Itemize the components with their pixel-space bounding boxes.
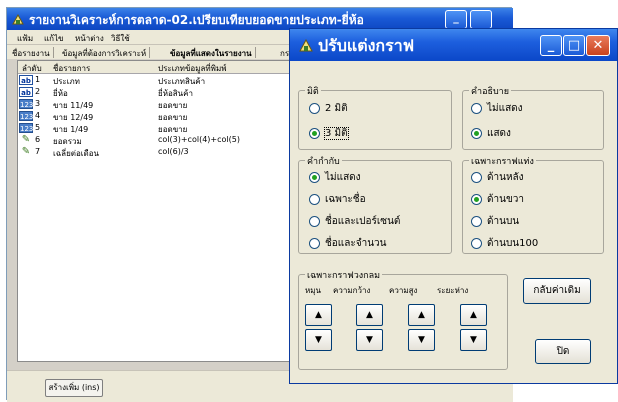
pie-height-up-button[interactable]: ▲ bbox=[408, 304, 435, 326]
pie-distance-down-button[interactable]: ▼ bbox=[460, 329, 487, 351]
graph-settings-dialog: ปรับแต่งกราฟ _ □ ✕ มิติ 2 มิติ 3 มิติ คำ… bbox=[289, 28, 618, 384]
bar-chart-group-label: เฉพาะกราฟแท่ง bbox=[469, 154, 536, 168]
row-number: 6 bbox=[35, 135, 41, 144]
pie-height-label: ความสูง bbox=[389, 286, 418, 295]
report-window-titlebar[interactable]: รายงานวิเคราะห์การตลาด-02.เปรียบเทียบยอด… bbox=[7, 8, 513, 30]
radio-bar-top-label: ด้านบน bbox=[487, 216, 520, 227]
description-group-label: คำอธิบาย bbox=[469, 84, 512, 98]
pie-distance-up-button[interactable]: ▲ bbox=[460, 304, 487, 326]
pie-rotate-up-button[interactable]: ▲ bbox=[305, 304, 332, 326]
radio-bar-back-label: ด้านหลัง bbox=[487, 172, 524, 183]
description-group: คำอธิบาย ไม่แสดง แสดง bbox=[462, 84, 604, 150]
tab-report-name[interactable]: ชื่อรายงาน bbox=[9, 47, 54, 58]
pie-chart-group-label: เฉพาะกราฟวงกลม bbox=[305, 268, 383, 282]
row-number: 5 bbox=[35, 123, 41, 132]
pie-distance-label: ระยะห่าง bbox=[437, 286, 469, 295]
radio-button-icon bbox=[309, 215, 320, 227]
row-number: 2 bbox=[35, 87, 41, 96]
radio-button-icon bbox=[471, 171, 482, 183]
pie-chart-group: เฉพาะกราฟวงกลม หมุน ความกว้าง ความสูง ระ… bbox=[298, 268, 508, 370]
radio-bar-back[interactable]: ด้านหลัง bbox=[471, 170, 524, 185]
radio-2d-label: 2 มิติ bbox=[325, 103, 348, 114]
radio-description-hide[interactable]: ไม่แสดง bbox=[471, 101, 523, 116]
formula-field-icon: ✎ bbox=[21, 146, 31, 157]
radio-label-name-only-label: เฉพาะชื่อ bbox=[325, 194, 366, 205]
pie-width-up-button[interactable]: ▲ bbox=[356, 304, 383, 326]
dialog-title: ปรับแต่งกราฟ bbox=[318, 36, 415, 55]
formula-field-icon: ✎ bbox=[21, 134, 31, 145]
dimension-group-label: มิติ bbox=[305, 84, 321, 98]
row-type: col(6)/3 bbox=[158, 147, 189, 156]
tab-report-display-data[interactable]: ข้อมูลที่แสดงในรายงาน bbox=[167, 47, 256, 58]
radio-button-selected-icon bbox=[471, 193, 482, 205]
label-mode-group: คำกำกับ ไม่แสดง เฉพาะชื่อ ชื่อและเปอร์เซ… bbox=[298, 154, 452, 254]
radio-button-icon bbox=[309, 193, 320, 205]
dialog-titlebar[interactable]: ปรับแต่งกราฟ _ □ ✕ bbox=[290, 29, 617, 61]
app-icon bbox=[12, 13, 24, 25]
radio-bar-top[interactable]: ด้านบน bbox=[471, 214, 519, 229]
radio-label-name-amount-label: ชื่อและจำนวน bbox=[325, 238, 387, 249]
text-field-icon: ab bbox=[19, 75, 33, 85]
text-field-icon: ab bbox=[19, 87, 33, 97]
pie-rotate-label: หมุน bbox=[305, 286, 322, 295]
numeric-field-icon: 123 bbox=[19, 123, 34, 133]
radio-label-name-percent[interactable]: ชื่อและเปอร์เซนต์ bbox=[309, 214, 400, 229]
radio-label-name-amount[interactable]: ชื่อและจำนวน bbox=[309, 236, 387, 251]
radio-button-icon bbox=[471, 215, 482, 227]
numeric-field-icon: 123 bbox=[19, 99, 34, 109]
row-number: 4 bbox=[35, 111, 41, 120]
radio-description-show-label: แสดง bbox=[487, 128, 511, 139]
row-name: เฉลี่ยต่อเดือน bbox=[53, 149, 99, 158]
radio-description-hide-label: ไม่แสดง bbox=[487, 103, 523, 114]
pie-width-label: ความกว้าง bbox=[333, 286, 371, 295]
row-number: 3 bbox=[35, 99, 41, 108]
radio-label-none-label: ไม่แสดง bbox=[325, 172, 361, 183]
label-mode-group-label: คำกำกับ bbox=[305, 154, 342, 168]
radio-3d-label: 3 มิติ bbox=[324, 127, 349, 140]
report-minimize-button[interactable]: _ bbox=[445, 10, 467, 29]
radio-2d[interactable]: 2 มิติ bbox=[309, 101, 348, 116]
report-maximize-button[interactable] bbox=[470, 10, 492, 29]
row-number: 7 bbox=[35, 147, 41, 156]
radio-label-name-only[interactable]: เฉพาะชื่อ bbox=[309, 192, 366, 207]
radio-bar-right[interactable]: ด้านขวา bbox=[471, 192, 524, 207]
pie-rotate-down-button[interactable]: ▼ bbox=[305, 329, 332, 351]
tab-analysis-data[interactable]: ข้อมูลที่ต้องการวิเคราะห์ bbox=[59, 47, 151, 58]
add-row-button[interactable]: สร้างเพิ่ม (ins) bbox=[45, 379, 103, 397]
radio-bar-top100[interactable]: ด้านบน100 bbox=[471, 236, 538, 251]
pie-height-down-button[interactable]: ▼ bbox=[408, 329, 435, 351]
pie-width-down-button[interactable]: ▼ bbox=[356, 329, 383, 351]
radio-label-none[interactable]: ไม่แสดง bbox=[309, 170, 361, 185]
bar-chart-group: เฉพาะกราฟแท่ง ด้านหลัง ด้านขวา ด้านบน ด้… bbox=[462, 154, 604, 254]
radio-button-selected-icon bbox=[309, 171, 320, 183]
radio-button-icon bbox=[309, 237, 320, 249]
close-dialog-button[interactable]: ปิด bbox=[535, 339, 591, 364]
dimension-group: มิติ 2 มิติ 3 มิติ bbox=[298, 84, 452, 150]
dialog-close-button[interactable]: ✕ bbox=[586, 35, 610, 56]
radio-bar-right-label: ด้านขวา bbox=[487, 194, 525, 205]
numeric-field-icon: 123 bbox=[19, 111, 34, 121]
dialog-minimize-button[interactable]: _ bbox=[540, 35, 562, 56]
radio-button-icon bbox=[471, 237, 482, 249]
radio-button-selected-icon bbox=[471, 127, 482, 139]
radio-button-icon bbox=[471, 102, 482, 114]
radio-description-show[interactable]: แสดง bbox=[471, 126, 511, 141]
row-type: col(3)+col(4)+col(5) bbox=[158, 135, 240, 144]
app-icon bbox=[299, 38, 313, 52]
radio-bar-top100-label: ด้านบน100 bbox=[487, 238, 539, 249]
dialog-maximize-button[interactable]: □ bbox=[563, 35, 585, 56]
radio-button-icon bbox=[309, 102, 320, 114]
row-number: 1 bbox=[35, 75, 41, 84]
reset-default-button[interactable]: กลับค่าเดิม bbox=[523, 278, 591, 304]
radio-label-name-percent-label: ชื่อและเปอร์เซนต์ bbox=[325, 216, 401, 227]
radio-3d[interactable]: 3 มิติ bbox=[309, 126, 349, 141]
radio-button-selected-icon bbox=[309, 127, 320, 139]
